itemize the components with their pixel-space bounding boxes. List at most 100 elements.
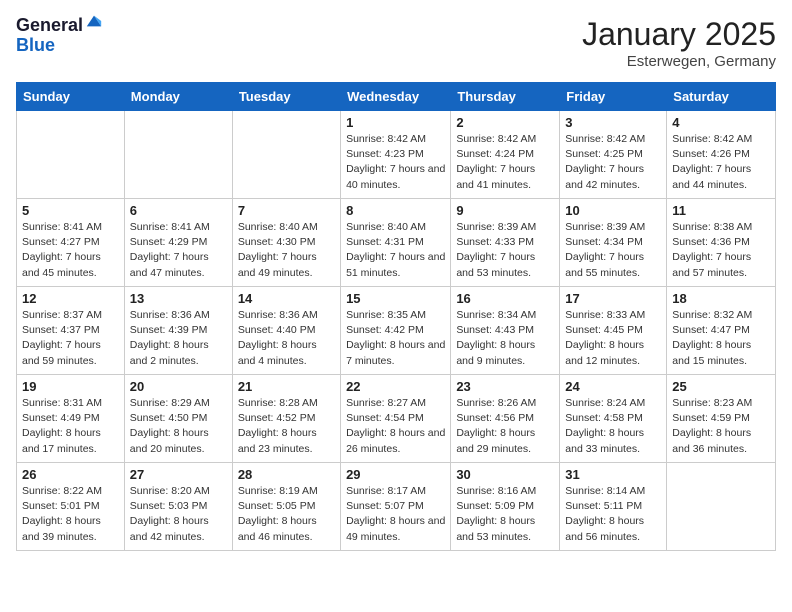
day-cell-7: 7 Sunrise: 8:40 AM Sunset: 4:30 PM Daylig… [232, 199, 340, 287]
day-number: 31 [565, 467, 661, 482]
day-cell-5: 5Sunrise: 8:41 AM Sunset: 4:27 PM Daylig… [17, 199, 125, 287]
day-info: Sunrise: 8:41 AM Sunset: 4:29 PM Dayligh… [130, 220, 227, 281]
day-info: Sunrise: 8:41 AM Sunset: 4:27 PM Dayligh… [22, 220, 119, 281]
weekday-header-sunday: Sunday [17, 83, 125, 111]
day-cell-6: 6Sunrise: 8:41 AM Sunset: 4:29 PM Daylig… [124, 199, 232, 287]
day-cell-24: 24 Sunrise: 8:24 AM Sunset: 4:58 PM Dayli… [560, 375, 667, 463]
week-row-4: 19 Sunrise: 8:31 AM Sunset: 4:49 PM Dayli… [17, 375, 776, 463]
day-number: 21 [238, 379, 335, 394]
day-info: Sunrise: 8:40 AM Sunset: 4:31 PM Dayligh… [346, 220, 445, 281]
day-number: 11 [672, 203, 770, 218]
month-title: January 2025 [582, 16, 776, 53]
day-cell-29: 29 Sunrise: 8:17 AM Sunset: 5:07 PM Dayli… [341, 463, 451, 551]
empty-cell [667, 463, 776, 551]
day-number: 25 [672, 379, 770, 394]
weekday-header-friday: Friday [560, 83, 667, 111]
day-number: 10 [565, 203, 661, 218]
day-info: Sunrise: 8:26 AM Sunset: 4:56 PM Dayligh… [456, 396, 554, 457]
logo-blue-text: Blue [16, 36, 103, 56]
logo-general-text: General [16, 16, 83, 36]
day-info: Sunrise: 8:22 AM Sunset: 5:01 PM Dayligh… [22, 484, 119, 545]
day-number: 13 [130, 291, 227, 306]
day-info: Sunrise: 8:32 AM Sunset: 4:47 PM Dayligh… [672, 308, 770, 369]
day-info: Sunrise: 8:17 AM Sunset: 5:07 PM Dayligh… [346, 484, 445, 545]
day-info: Sunrise: 8:42 AM Sunset: 4:26 PM Dayligh… [672, 132, 770, 193]
day-cell-13: 13 Sunrise: 8:36 AM Sunset: 4:39 PM Dayli… [124, 287, 232, 375]
day-cell-9: 9 Sunrise: 8:39 AM Sunset: 4:33 PM Daylig… [451, 199, 560, 287]
day-info: Sunrise: 8:27 AM Sunset: 4:54 PM Dayligh… [346, 396, 445, 457]
day-number: 19 [22, 379, 119, 394]
day-cell-11: 11 Sunrise: 8:38 AM Sunset: 4:36 PM Dayli… [667, 199, 776, 287]
day-info: Sunrise: 8:40 AM Sunset: 4:30 PM Dayligh… [238, 220, 335, 281]
logo: General Blue [16, 16, 103, 56]
week-row-2: 5Sunrise: 8:41 AM Sunset: 4:27 PM Daylig… [17, 199, 776, 287]
day-cell-2: 2 Sunrise: 8:42 AM Sunset: 4:24 PM Daylig… [451, 111, 560, 199]
day-cell-8: 8 Sunrise: 8:40 AM Sunset: 4:31 PM Daylig… [341, 199, 451, 287]
day-cell-16: 16 Sunrise: 8:34 AM Sunset: 4:43 PM Dayli… [451, 287, 560, 375]
day-info: Sunrise: 8:39 AM Sunset: 4:33 PM Dayligh… [456, 220, 554, 281]
day-cell-4: 4 Sunrise: 8:42 AM Sunset: 4:26 PM Daylig… [667, 111, 776, 199]
day-number: 22 [346, 379, 445, 394]
day-number: 23 [456, 379, 554, 394]
weekday-header-thursday: Thursday [451, 83, 560, 111]
day-cell-23: 23 Sunrise: 8:26 AM Sunset: 4:56 PM Dayli… [451, 375, 560, 463]
day-number: 9 [456, 203, 554, 218]
day-cell-22: 22 Sunrise: 8:27 AM Sunset: 4:54 PM Dayli… [341, 375, 451, 463]
day-number: 30 [456, 467, 554, 482]
day-number: 4 [672, 115, 770, 130]
day-number: 16 [456, 291, 554, 306]
empty-cell [232, 111, 340, 199]
day-number: 28 [238, 467, 335, 482]
day-number: 2 [456, 115, 554, 130]
day-info: Sunrise: 8:23 AM Sunset: 4:59 PM Dayligh… [672, 396, 770, 457]
day-info: Sunrise: 8:14 AM Sunset: 5:11 PM Dayligh… [565, 484, 661, 545]
empty-cell [124, 111, 232, 199]
day-number: 15 [346, 291, 445, 306]
day-info: Sunrise: 8:24 AM Sunset: 4:58 PM Dayligh… [565, 396, 661, 457]
day-info: Sunrise: 8:31 AM Sunset: 4:49 PM Dayligh… [22, 396, 119, 457]
day-number: 17 [565, 291, 661, 306]
day-cell-3: 3 Sunrise: 8:42 AM Sunset: 4:25 PM Daylig… [560, 111, 667, 199]
day-info: Sunrise: 8:38 AM Sunset: 4:36 PM Dayligh… [672, 220, 770, 281]
day-cell-12: 12 Sunrise: 8:37 AM Sunset: 4:37 PM Dayli… [17, 287, 125, 375]
weekday-header-saturday: Saturday [667, 83, 776, 111]
day-number: 27 [130, 467, 227, 482]
day-cell-25: 25 Sunrise: 8:23 AM Sunset: 4:59 PM Dayli… [667, 375, 776, 463]
day-cell-19: 19 Sunrise: 8:31 AM Sunset: 4:49 PM Dayli… [17, 375, 125, 463]
day-cell-17: 17Sunrise: 8:33 AM Sunset: 4:45 PM Dayli… [560, 287, 667, 375]
day-info: Sunrise: 8:34 AM Sunset: 4:43 PM Dayligh… [456, 308, 554, 369]
day-number: 29 [346, 467, 445, 482]
day-number: 12 [22, 291, 119, 306]
day-cell-31: 31 Sunrise: 8:14 AM Sunset: 5:11 PM Dayli… [560, 463, 667, 551]
day-info: Sunrise: 8:37 AM Sunset: 4:37 PM Dayligh… [22, 308, 119, 369]
day-info: Sunrise: 8:19 AM Sunset: 5:05 PM Dayligh… [238, 484, 335, 545]
day-number: 8 [346, 203, 445, 218]
day-info: Sunrise: 8:36 AM Sunset: 4:39 PM Dayligh… [130, 308, 227, 369]
day-cell-30: 30 Sunrise: 8:16 AM Sunset: 5:09 PM Dayli… [451, 463, 560, 551]
day-cell-21: 21Sunrise: 8:28 AM Sunset: 4:52 PM Dayli… [232, 375, 340, 463]
calendar-table: SundayMondayTuesdayWednesdayThursdayFrid… [16, 82, 776, 551]
day-cell-26: 26 Sunrise: 8:22 AM Sunset: 5:01 PM Dayli… [17, 463, 125, 551]
day-info: Sunrise: 8:42 AM Sunset: 4:23 PM Dayligh… [346, 132, 445, 193]
day-number: 18 [672, 291, 770, 306]
day-info: Sunrise: 8:42 AM Sunset: 4:25 PM Dayligh… [565, 132, 661, 193]
day-info: Sunrise: 8:39 AM Sunset: 4:34 PM Dayligh… [565, 220, 661, 281]
weekday-header-monday: Monday [124, 83, 232, 111]
logo-icon [85, 12, 103, 30]
day-cell-10: 10 Sunrise: 8:39 AM Sunset: 4:34 PM Dayli… [560, 199, 667, 287]
day-number: 3 [565, 115, 661, 130]
day-number: 7 [238, 203, 335, 218]
day-cell-20: 20Sunrise: 8:29 AM Sunset: 4:50 PM Dayli… [124, 375, 232, 463]
day-number: 1 [346, 115, 445, 130]
day-number: 26 [22, 467, 119, 482]
day-number: 24 [565, 379, 661, 394]
day-info: Sunrise: 8:42 AM Sunset: 4:24 PM Dayligh… [456, 132, 554, 193]
day-cell-27: 27Sunrise: 8:20 AM Sunset: 5:03 PM Dayli… [124, 463, 232, 551]
day-cell-14: 14Sunrise: 8:36 AM Sunset: 4:40 PM Dayli… [232, 287, 340, 375]
day-cell-28: 28 Sunrise: 8:19 AM Sunset: 5:05 PM Dayli… [232, 463, 340, 551]
day-info: Sunrise: 8:35 AM Sunset: 4:42 PM Dayligh… [346, 308, 445, 369]
day-info: Sunrise: 8:16 AM Sunset: 5:09 PM Dayligh… [456, 484, 554, 545]
week-row-1: 1 Sunrise: 8:42 AM Sunset: 4:23 PM Daylig… [17, 111, 776, 199]
day-cell-1: 1 Sunrise: 8:42 AM Sunset: 4:23 PM Daylig… [341, 111, 451, 199]
day-cell-15: 15 Sunrise: 8:35 AM Sunset: 4:42 PM Dayli… [341, 287, 451, 375]
